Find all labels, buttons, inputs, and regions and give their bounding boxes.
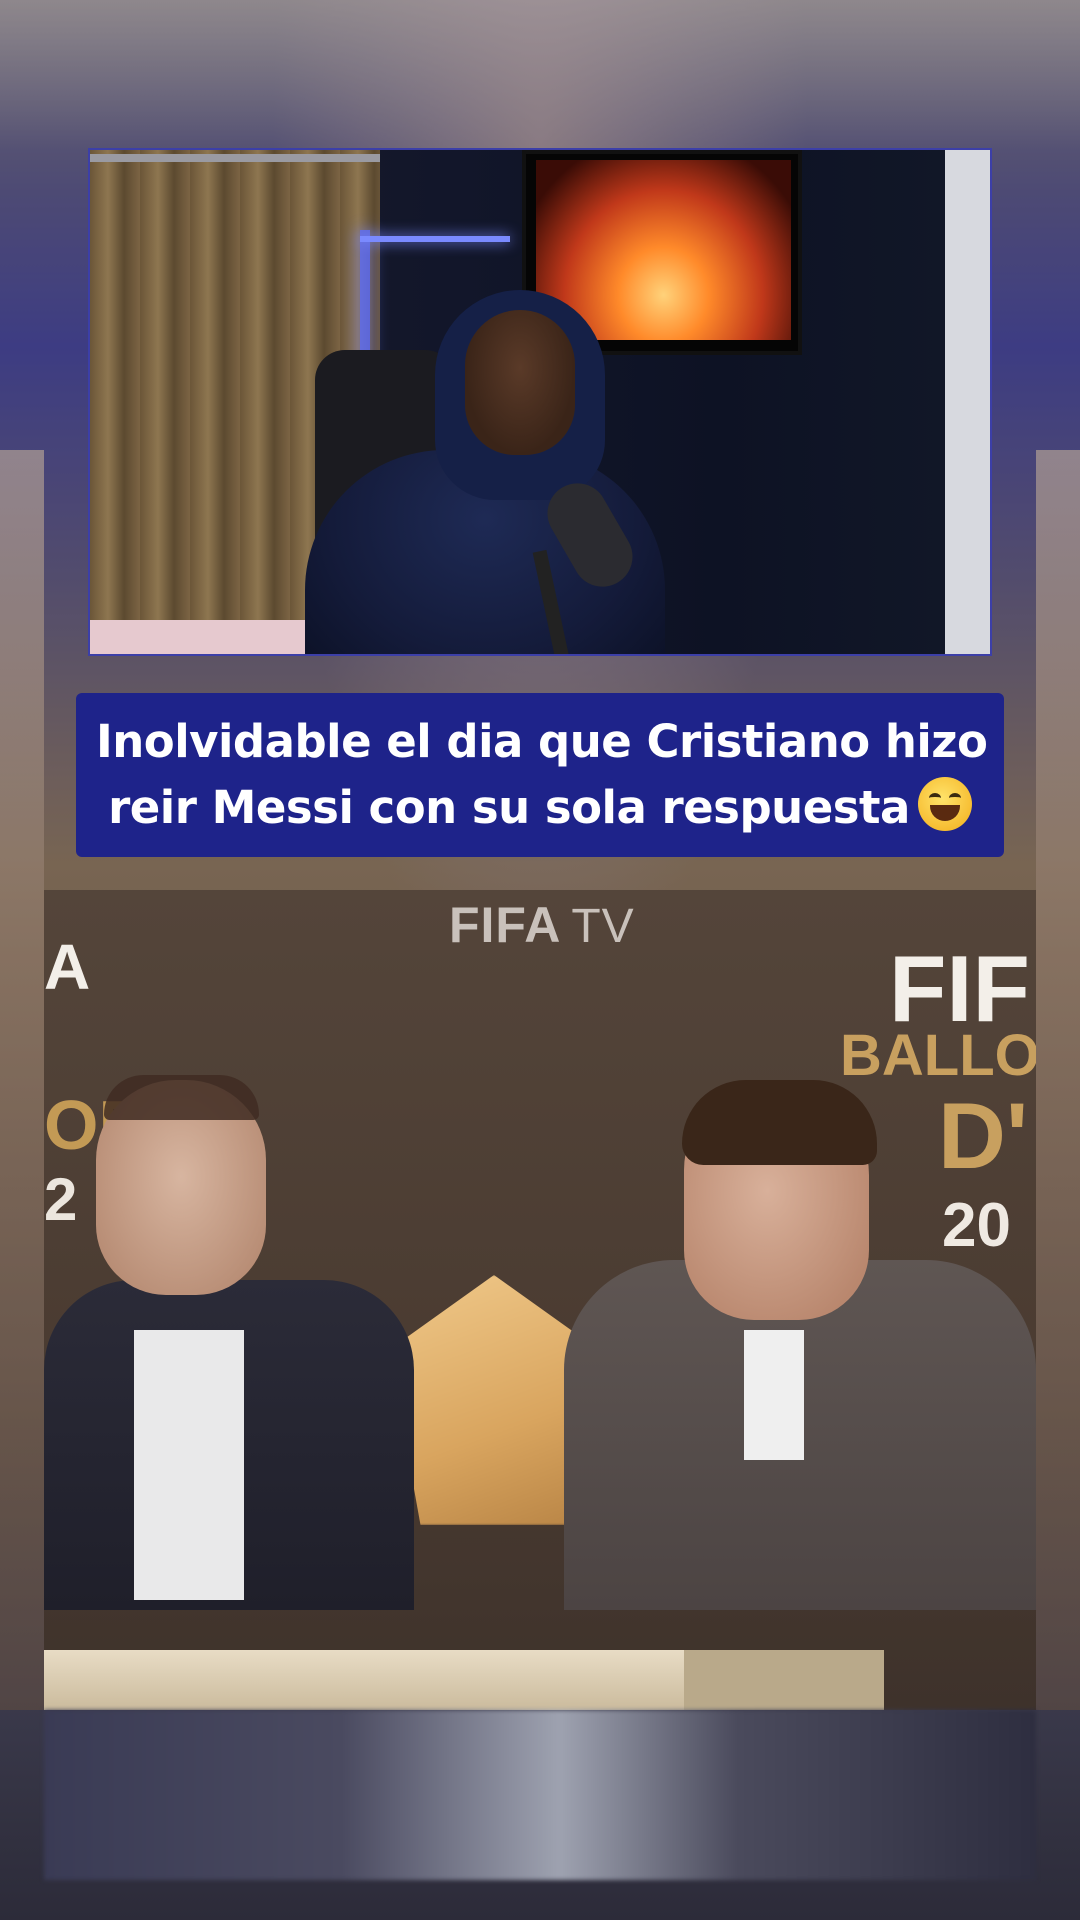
caption-line-2-text: reir Messi con su sola respuesta [108, 781, 910, 834]
caption-box: Inolvidable el dia que Cristiano hizo re… [76, 693, 1004, 857]
curtain-rod [90, 154, 380, 162]
streamer-webcam [88, 148, 992, 656]
bed [90, 620, 320, 654]
press-conference-video: FIFA TV A OR 2 FIF BALLO D' 20 [44, 890, 1036, 1710]
right-blur-edge [1036, 450, 1080, 1710]
caption-line-2: reir Messi con su sola respuesta [96, 775, 984, 841]
backdrop-year-right: 20 [942, 1191, 1011, 1260]
fifa-tv-tv: TV [571, 900, 635, 953]
backdrop-dor-right: D' [938, 1083, 1029, 1188]
left-player-shirt [134, 1330, 244, 1600]
fifa-tv-fifa: FIFA [449, 897, 562, 953]
left-player-hair [104, 1075, 259, 1120]
press-desk [44, 1650, 684, 1710]
press-desk-right [684, 1650, 884, 1710]
fifa-tv-watermark: FIFA TV [449, 896, 635, 954]
right-player-shirt [744, 1330, 804, 1460]
left-blur-edge [0, 450, 44, 1710]
backdrop-logo-left: A [44, 931, 91, 1003]
top-glow [0, 0, 1080, 150]
backdrop-ballon-right: BALLO [840, 1023, 1036, 1088]
right-wall [945, 150, 990, 654]
right-player-hair [682, 1080, 877, 1165]
backdrop-year-left: 2 [44, 1166, 78, 1233]
neon-light-top [360, 236, 510, 242]
bottom-blur [44, 1710, 1036, 1880]
laughing-emoji-icon [917, 777, 972, 831]
caption-line-1: Inolvidable el dia que Cristiano hizo [96, 715, 988, 768]
streamer-face [465, 310, 575, 455]
